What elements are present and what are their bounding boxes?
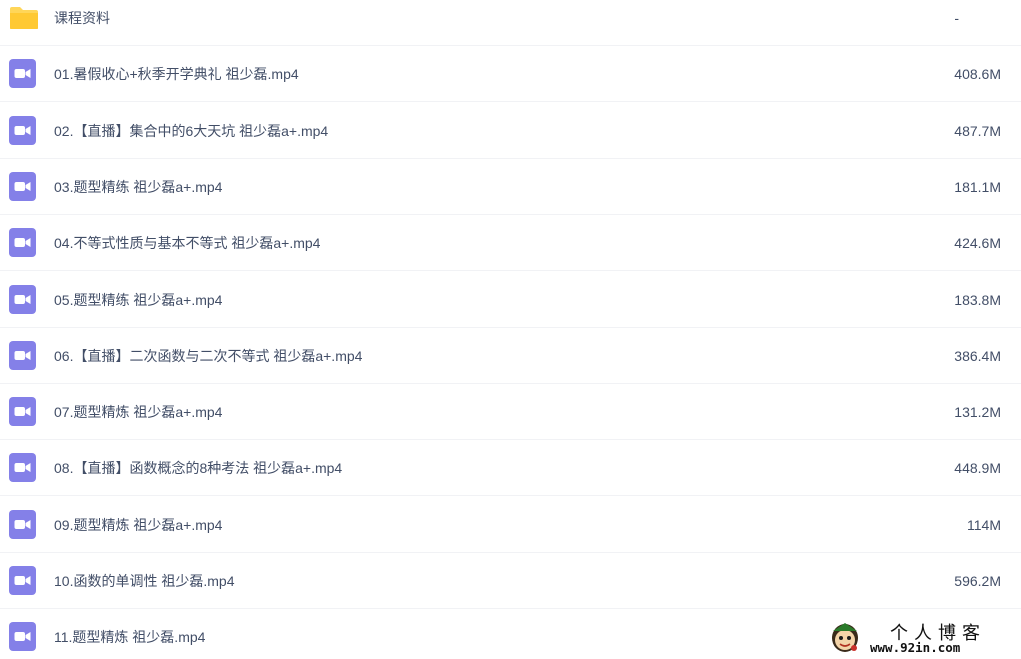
folder-row[interactable]: 课程资料 - (0, 0, 1021, 46)
file-row[interactable]: 02.【直播】集合中的6大天坑 祖少磊a+.mp4 487.7M (0, 103, 1021, 159)
file-name[interactable]: 06.【直播】二次函数与二次不等式 祖少磊a+.mp4 (54, 347, 362, 365)
file-list: 课程资料 - 01.暑假收心+秋季开学典礼 祖少磊.mp4 408.6M 02.【直播】… (0, 0, 1021, 659)
file-size: 114M (967, 516, 1001, 533)
file-row[interactable]: 10.函数的单调性 祖少磊.mp4 596.2M (0, 553, 1021, 609)
file-row[interactable]: 06.【直播】二次函数与二次不等式 祖少磊a+.mp4 386.4M (0, 328, 1021, 384)
file-row[interactable]: 08.【直播】函数概念的8种考法 祖少磊a+.mp4 448.9M (0, 440, 1021, 497)
file-name[interactable]: 课程资料 (54, 9, 110, 27)
watermark-url: www.92in.com (870, 640, 961, 655)
file-row[interactable]: 04.不等式性质与基本不等式 祖少磊a+.mp4 424.6M (0, 215, 1021, 272)
file-name[interactable]: 07.题型精炼 祖少磊a+.mp4 (54, 403, 222, 421)
folder-icon (9, 6, 38, 30)
file-size: 131.2M (954, 404, 1001, 421)
file-name[interactable]: 09.题型精炼 祖少磊a+.mp4 (54, 516, 222, 534)
file-name[interactable]: 10.函数的单调性 祖少磊.mp4 (54, 572, 234, 590)
file-size: 448.9M (954, 460, 1001, 477)
file-name[interactable]: 02.【直播】集合中的6大天坑 祖少磊a+.mp4 (54, 122, 328, 140)
video-file-icon (9, 566, 36, 595)
file-size: 487.7M (954, 122, 1001, 139)
file-size: 183.8M (954, 291, 1001, 308)
file-size: - (954, 10, 959, 26)
video-file-icon (9, 115, 36, 145)
video-file-icon (9, 622, 36, 652)
video-file-icon (9, 453, 36, 483)
file-name[interactable]: 03.题型精练 祖少磊a+.mp4 (54, 178, 222, 196)
mascot-logo-icon (832, 623, 858, 652)
video-file-icon (9, 284, 36, 314)
file-name[interactable]: 05.题型精练 祖少磊a+.mp4 (54, 291, 222, 309)
file-size: 408.6M (954, 66, 1001, 83)
file-name[interactable]: 08.【直播】函数概念的8种考法 祖少磊a+.mp4 (54, 459, 342, 477)
file-row[interactable]: 05.题型精练 祖少磊a+.mp4 183.8M (0, 272, 1021, 328)
video-file-icon (9, 171, 36, 201)
file-name[interactable]: 01.暑假收心+秋季开学典礼 祖少磊.mp4 (54, 65, 299, 83)
file-size: 424.6M (954, 235, 1001, 252)
file-row[interactable]: 01.暑假收心+秋季开学典礼 祖少磊.mp4 408.6M (0, 46, 1021, 103)
file-row[interactable]: 03.题型精练 祖少磊a+.mp4 181.1M (0, 159, 1021, 215)
video-file-icon (9, 340, 36, 370)
video-file-icon (9, 228, 36, 258)
file-name[interactable]: 04.不等式性质与基本不等式 祖少磊a+.mp4 (54, 234, 320, 252)
video-file-icon (9, 509, 36, 539)
video-file-icon (9, 397, 36, 427)
file-size: 181.1M (954, 178, 1001, 195)
file-name[interactable]: 11.题型精炼 祖少磊.mp4 (54, 628, 205, 646)
video-file-icon (9, 59, 36, 89)
file-row[interactable]: 07.题型精炼 祖少磊a+.mp4 131.2M (0, 384, 1021, 441)
file-size: 386.4M (954, 347, 1001, 364)
file-row[interactable]: 09.题型精炼 祖少磊a+.mp4 114M (0, 497, 1021, 553)
watermark: 个人博客 www.92in.com (828, 619, 1021, 659)
file-size: 596.2M (954, 573, 1001, 589)
